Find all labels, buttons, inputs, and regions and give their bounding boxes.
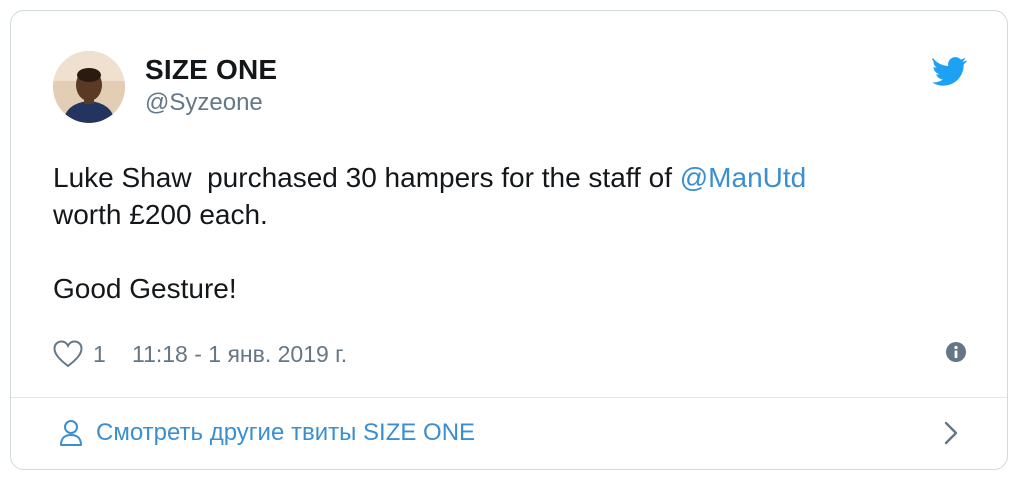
- heart-icon[interactable]: [53, 340, 83, 368]
- chevron-right-icon[interactable]: [943, 420, 959, 446]
- tweet-text-part: Luke Shaw purchased 30 hampers for the s…: [53, 162, 680, 193]
- tweet-text-part: worth £200 each. Good Gesture!: [53, 199, 268, 304]
- tweet-header: SIZE ONE @Syzeone: [53, 51, 977, 131]
- twitter-bird-icon[interactable]: [931, 57, 968, 87]
- tweet-timestamp[interactable]: 11:18 - 1 янв. 2019 г.: [132, 339, 347, 369]
- user-handle[interactable]: @Syzeone: [145, 87, 277, 119]
- more-tweets-footer[interactable]: Смотреть другие твиты SIZE ONE: [11, 398, 1007, 469]
- tweet-text: Luke Shaw purchased 30 hampers for the s…: [53, 159, 953, 307]
- tweet-card: SIZE ONE @Syzeone Luke Shaw purchased 30…: [10, 10, 1008, 470]
- info-icon[interactable]: [945, 341, 967, 363]
- mention-link[interactable]: @ManUtd: [680, 162, 806, 193]
- author-info: SIZE ONE @Syzeone: [145, 53, 277, 119]
- more-tweets-link[interactable]: Смотреть другие твиты SIZE ONE: [96, 418, 475, 448]
- person-icon: [59, 418, 83, 448]
- avatar-image: [53, 51, 125, 123]
- avatar[interactable]: [53, 51, 125, 123]
- like-count[interactable]: 1: [93, 339, 106, 369]
- tweet-meta: 1 11:18 - 1 янв. 2019 г.: [53, 337, 967, 371]
- display-name[interactable]: SIZE ONE: [145, 53, 277, 87]
